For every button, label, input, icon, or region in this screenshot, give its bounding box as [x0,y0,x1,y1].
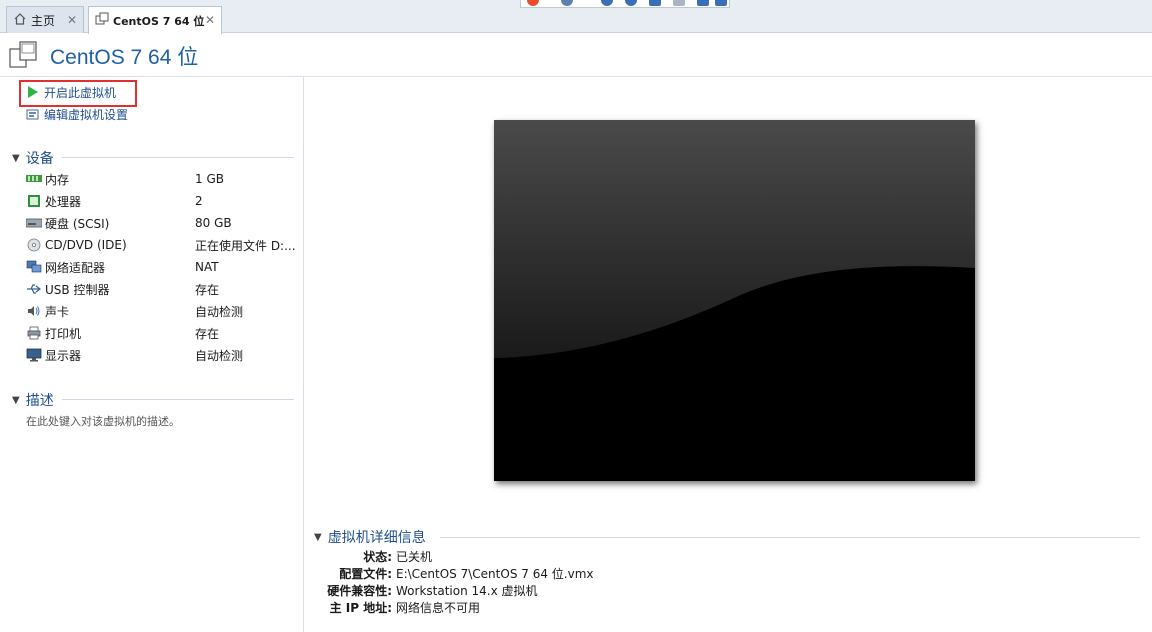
hard-disk-icon [26,215,42,231]
vm-details-section-header[interactable]: ▼ 虚拟机详细信息 [314,527,426,547]
input-icon[interactable] [561,0,573,6]
edit-settings-label: 编辑虚拟机设置 [44,107,129,122]
tab-bar: 主页 ✕ CentOS 7 64 位 ✕ [0,0,1152,34]
detail-value: Workstation 14.x 虚拟机 [396,584,538,598]
device-name: 硬盘 (SCSI) [45,216,110,231]
home-icon [13,12,27,29]
device-name: 声卡 [45,304,70,319]
vm-details-heading: 虚拟机详细信息 [327,530,426,546]
description-divider [62,399,294,400]
tab-centos[interactable]: CentOS 7 64 位 ✕ [88,6,222,34]
vm-tab-icon [95,12,109,29]
detail-label: 主 IP 地址: [329,601,392,615]
device-name: 处理器 [45,194,82,209]
app-logo-icon[interactable] [527,0,539,6]
device-name: 内存 [45,172,70,187]
detail-value: 网络信息不可用 [396,601,481,615]
play-icon [26,85,40,99]
device-row-network-adapter[interactable]: 网络适配器 NAT [26,256,296,278]
target-icon[interactable] [601,0,613,6]
device-name: 显示器 [45,348,82,363]
detail-value: 已关机 [396,550,433,564]
microphone-icon[interactable] [625,0,637,6]
tab-home[interactable]: 主页 ✕ [6,6,84,33]
device-row-cd-dvd[interactable]: CD/DVD (IDE) 正在使用文件 D:... [26,234,296,256]
detail-label: 硬件兼容性: [327,584,392,598]
cd-dvd-icon [26,237,42,253]
device-value: 存在 [195,326,220,341]
device-value: 1 GB [195,172,224,186]
clipboard-icon[interactable] [673,0,685,6]
screen-gloss-graphic [494,120,975,481]
collapse-triangle-icon: ▼ [12,152,20,164]
description-field[interactable]: 在此处键入对该虚拟机的描述。 [26,413,180,429]
device-row-usb[interactable]: USB 控制器 存在 [26,278,296,300]
device-row-sound-card[interactable]: 声卡 自动检测 [26,300,296,322]
detail-row-hardware-compat: 硬件兼容性: Workstation 14.x 虚拟机 [314,582,538,599]
description-heading: 描述 [25,393,54,409]
devices-divider [62,157,294,158]
collapse-triangle-icon: ▼ [12,394,20,406]
floating-toolbar [520,0,730,8]
tab-centos-label: CentOS 7 64 位 [113,14,205,28]
details-divider [440,537,1140,538]
detail-value: E:\CentOS 7\CentOS 7 64 位.vmx [396,567,594,581]
device-row-hard-disk[interactable]: 硬盘 (SCSI) 80 GB [26,212,296,234]
detail-label: 状态: [363,550,392,564]
printer-icon [26,325,42,341]
display-icon [26,347,42,363]
device-row-printer[interactable]: 打印机 存在 [26,322,296,344]
detail-row-config-file: 配置文件: E:\CentOS 7\CentOS 7 64 位.vmx [314,565,594,582]
device-name: USB 控制器 [45,282,110,297]
processor-icon [26,193,42,209]
device-value: 自动检测 [195,348,244,363]
devices-section-header[interactable]: ▼ 设备 [12,148,54,168]
keyboard-icon[interactable] [649,0,661,6]
network-adapter-icon [26,259,42,275]
detail-label: 配置文件: [339,567,392,581]
usb-icon [26,281,42,297]
device-value: NAT [195,260,219,274]
vm-title-bar: CentOS 7 64 位 [0,33,1152,77]
grid-icon[interactable] [715,0,727,6]
device-row-processor[interactable]: 处理器 2 [26,190,296,212]
device-name: 打印机 [45,326,82,341]
device-value: 80 GB [195,216,232,230]
device-value: 自动检测 [195,304,244,319]
device-value: 2 [195,194,203,208]
device-name: CD/DVD (IDE) [45,238,127,252]
close-icon[interactable]: ✕ [205,13,215,27]
memory-icon [26,171,42,187]
detail-row-state: 状态: 已关机 [314,548,432,565]
left-panel: 开启此虚拟机 编辑虚拟机设置 ▼ 设备 内存 1 GB 处理器 2 硬盘 (SC… [0,77,304,632]
devices-heading: 设备 [25,151,54,167]
power-on-button[interactable]: 开启此虚拟机 [26,83,116,101]
tab-home-label: 主页 [31,13,56,28]
close-icon[interactable]: ✕ [67,13,77,27]
device-value: 存在 [195,282,220,297]
page-title: CentOS 7 64 位 [50,46,199,69]
vm-screen-preview[interactable] [494,120,975,481]
sound-card-icon [26,303,42,319]
device-row-display[interactable]: 显示器 自动检测 [26,344,296,366]
collapse-triangle-icon: ▼ [314,531,322,543]
device-row-memory[interactable]: 内存 1 GB [26,168,296,190]
shirt-icon[interactable] [697,0,709,6]
device-value: 正在使用文件 D:... [195,238,296,253]
virtual-machine-icon [8,39,40,71]
description-section-header[interactable]: ▼ 描述 [12,390,54,410]
power-on-label: 开启此虚拟机 [44,85,117,100]
detail-row-ip-address: 主 IP 地址: 网络信息不可用 [314,599,480,616]
edit-settings-button[interactable]: 编辑虚拟机设置 [26,105,128,123]
device-name: 网络适配器 [45,260,106,275]
settings-icon [26,107,40,121]
